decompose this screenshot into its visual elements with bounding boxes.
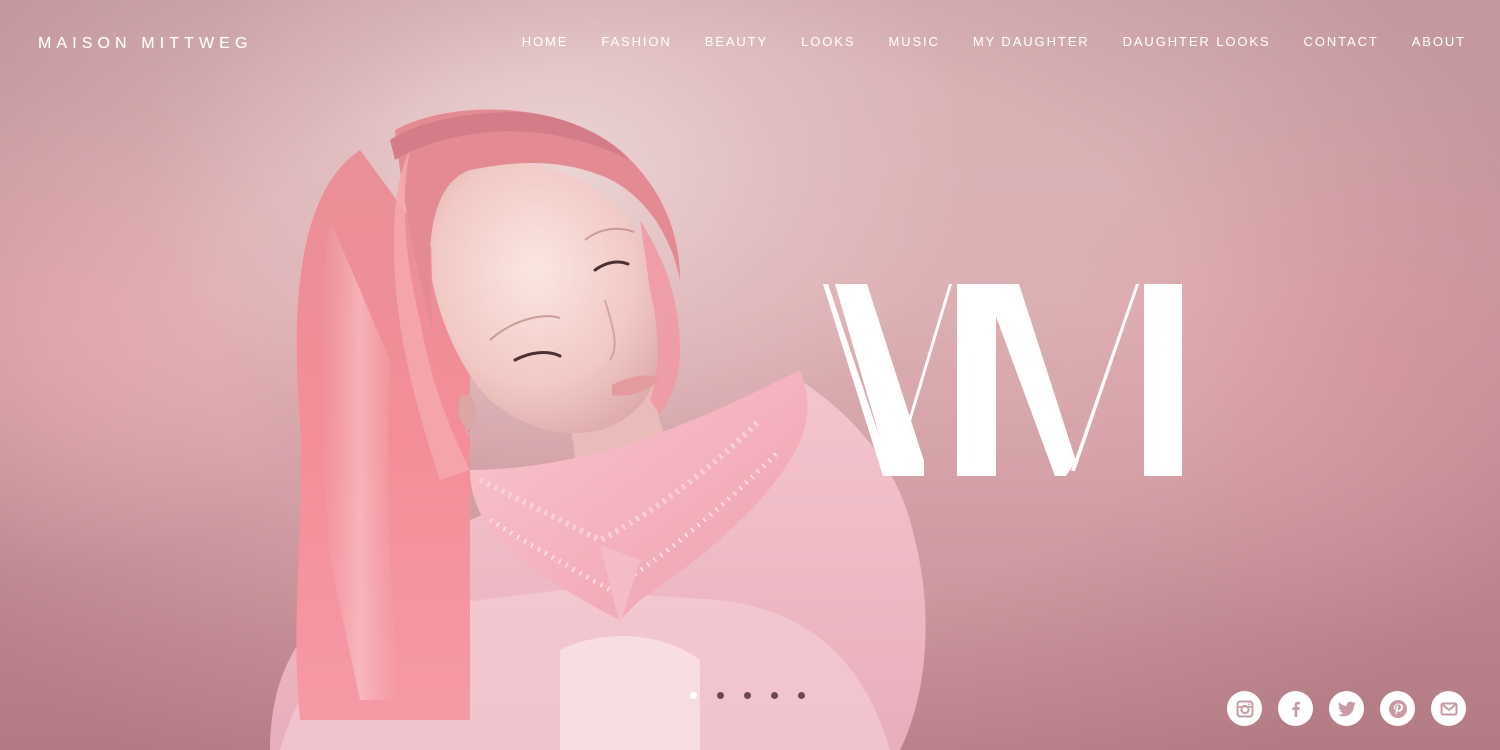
pinterest-button[interactable] [1380, 691, 1415, 726]
instagram-icon [1236, 700, 1253, 717]
facebook-button[interactable] [1278, 691, 1313, 726]
pinterest-icon [1388, 699, 1407, 718]
slider-dot-2[interactable] [717, 692, 724, 699]
slider-pagination [690, 692, 825, 699]
nav-item-beauty[interactable]: BEAUTY [705, 34, 768, 50]
nav-item-about[interactable]: ABOUT [1412, 34, 1466, 50]
social-links [1211, 691, 1466, 726]
instagram-button[interactable] [1227, 691, 1262, 726]
mail-icon [1440, 702, 1457, 715]
slider-dot-4[interactable] [771, 692, 778, 699]
slider-dot-5[interactable] [798, 692, 805, 699]
main-nav: HOME FASHION BEAUTY LOOKS MUSIC MY DAUGH… [489, 34, 1466, 50]
nav-item-music[interactable]: MUSIC [888, 34, 939, 50]
facebook-icon [1291, 701, 1300, 717]
twitter-button[interactable] [1329, 691, 1364, 726]
mm-monogram-logo [823, 284, 1182, 476]
hero-background [0, 0, 1500, 750]
nav-item-contact[interactable]: CONTACT [1304, 34, 1379, 50]
nav-item-fashion[interactable]: FASHION [601, 34, 671, 50]
twitter-icon [1337, 701, 1356, 716]
nav-item-daughter-looks[interactable]: DAUGHTER LOOKS [1123, 34, 1271, 50]
nav-item-looks[interactable]: LOOKS [801, 34, 855, 50]
nav-item-my-daughter[interactable]: MY DAUGHTER [973, 34, 1090, 50]
email-button[interactable] [1431, 691, 1466, 726]
hero-portrait-image [270, 109, 926, 750]
slider-dot-3[interactable] [744, 692, 751, 699]
site-logo[interactable]: MAISON MITTWEG [38, 35, 253, 53]
nav-item-home[interactable]: HOME [522, 34, 569, 50]
slider-dot-1[interactable] [690, 692, 697, 699]
